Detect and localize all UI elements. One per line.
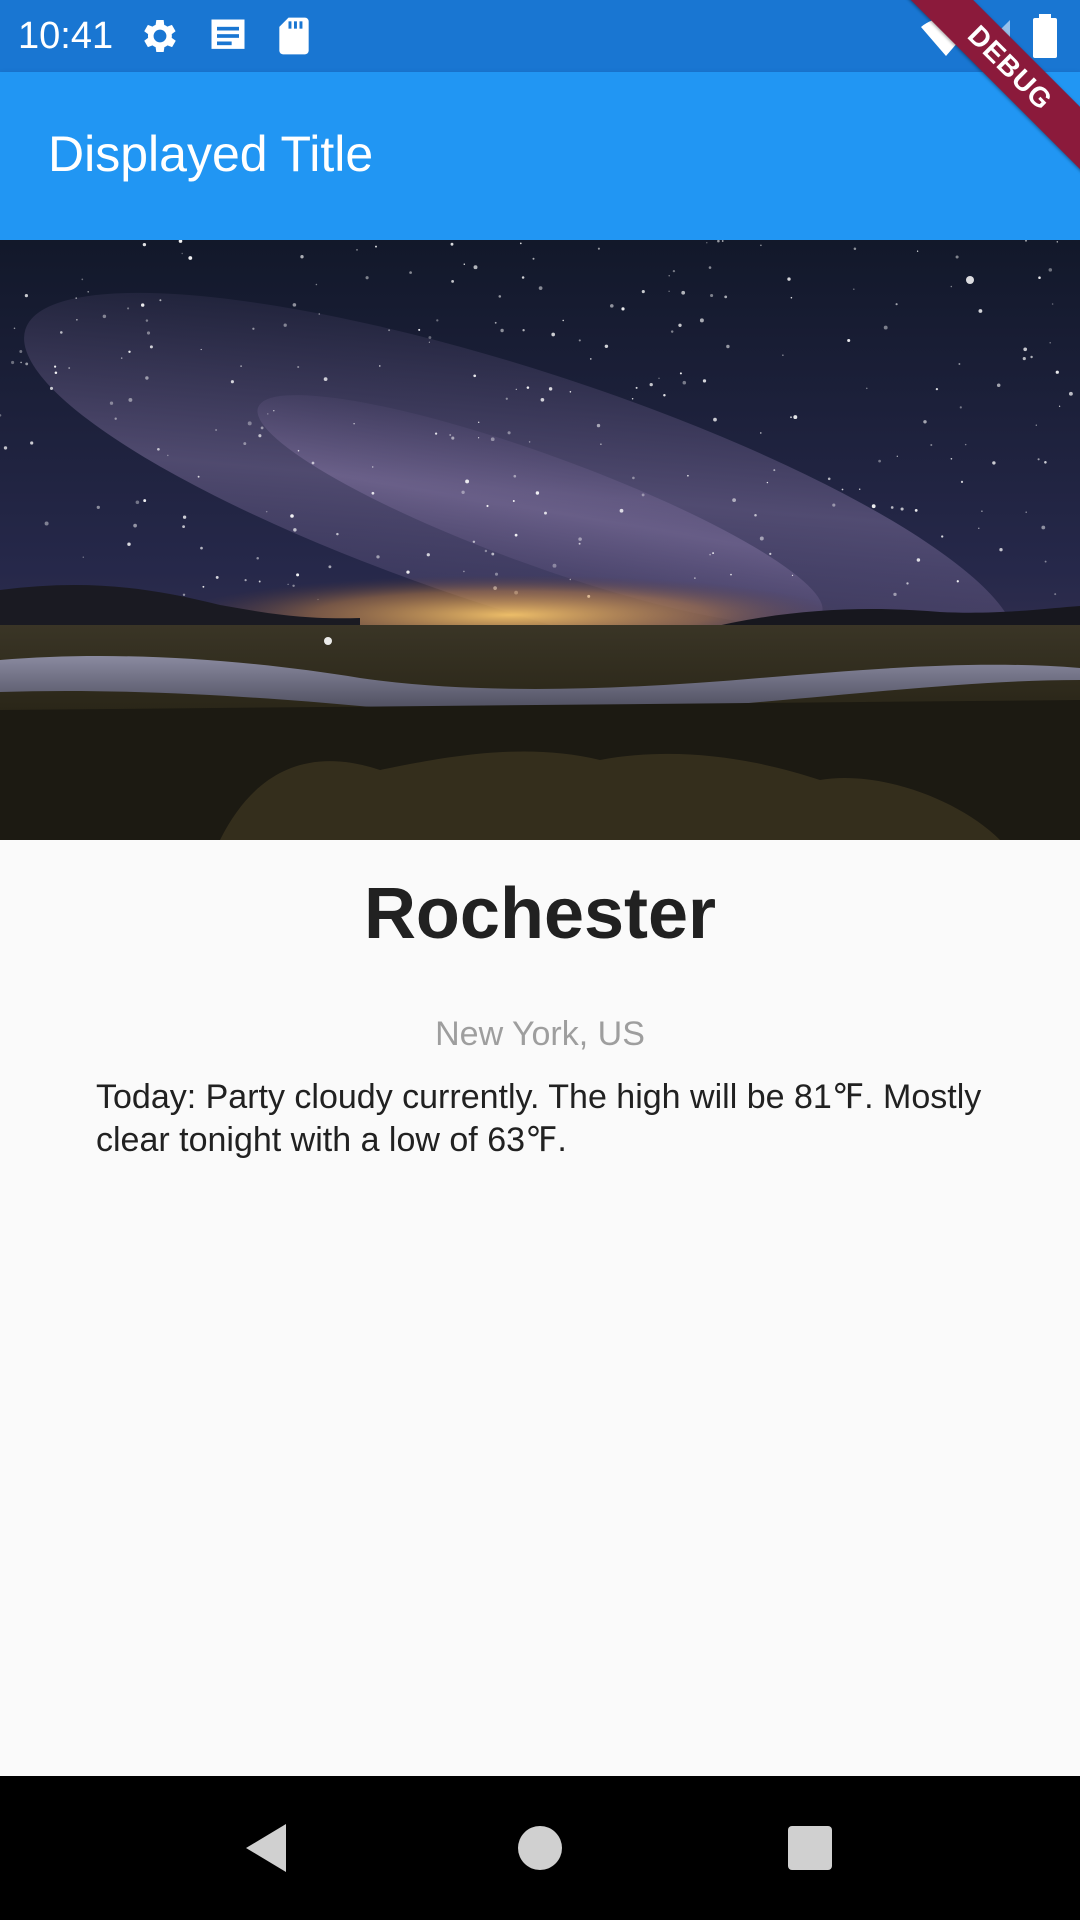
- app-bar-title: Displayed Title: [48, 126, 374, 182]
- city-name: Rochester: [363, 874, 717, 954]
- app-bar: Displayed Title: [0, 72, 1080, 240]
- recents-icon[interactable]: [778, 1816, 842, 1880]
- message-icon: [206, 14, 250, 58]
- status-bar: 10:41: [0, 0, 1080, 72]
- status-time: 10:41: [18, 15, 114, 57]
- home-icon[interactable]: [508, 1816, 572, 1880]
- forecast-text: Today: Party cloudy currently. The high …: [96, 1078, 982, 1159]
- battery-icon: [1030, 14, 1060, 58]
- system-nav-bar: [0, 1776, 1080, 1920]
- sd-card-icon: [272, 14, 316, 58]
- back-icon[interactable]: [236, 1816, 300, 1880]
- gear-icon: [138, 14, 182, 58]
- night-sky-landscape-image: [0, 240, 1080, 840]
- region-label: New York, US: [435, 1015, 645, 1053]
